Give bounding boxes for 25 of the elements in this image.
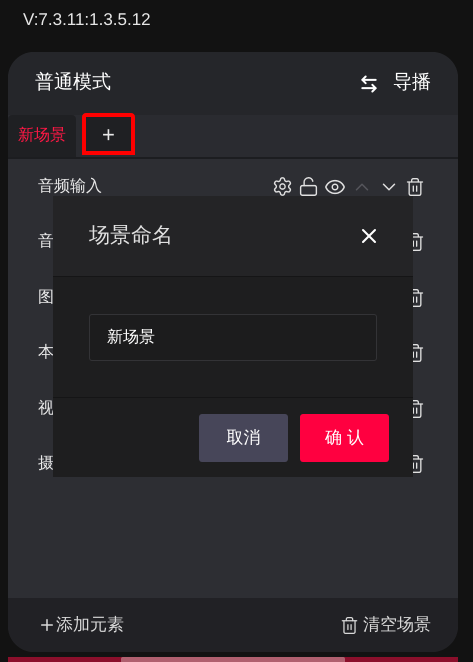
scene-name-field[interactable]: 新场景: [89, 314, 377, 360]
dialog-title: 场景命名: [89, 223, 173, 250]
element-name: 音: [38, 232, 54, 252]
scene-tab[interactable]: +: [82, 113, 135, 155]
add-element-button[interactable]: 添加元素: [38, 612, 124, 638]
element-name: 音频输入: [38, 176, 102, 197]
clear-scene-button[interactable]: 清空场景: [340, 612, 431, 638]
scrollbar[interactable]: [8, 657, 458, 662]
trash-icon: [340, 616, 359, 634]
scrollbar-thumb[interactable]: [121, 657, 345, 662]
element-name: 图: [38, 288, 54, 308]
cancel-button[interactable]: 取消: [199, 414, 288, 462]
element-name: 摄: [38, 454, 54, 474]
element-name: 视: [38, 398, 54, 419]
version-label: V:7.3.11:1.3.5.12: [23, 9, 151, 31]
confirm-button[interactable]: 确 认: [300, 414, 389, 462]
unlocked-icon[interactable]: [298, 176, 319, 198]
director-label[interactable]: 导播: [393, 69, 431, 98]
delete-icon[interactable]: [405, 176, 425, 197]
swap-icon[interactable]: [359, 74, 379, 94]
settings-icon[interactable]: [272, 176, 293, 198]
scene-tab[interactable]: 新场景: [8, 115, 76, 157]
mode-title: 普通模式: [35, 70, 111, 96]
element-name: 本: [38, 342, 54, 364]
plus-icon: [38, 616, 56, 634]
